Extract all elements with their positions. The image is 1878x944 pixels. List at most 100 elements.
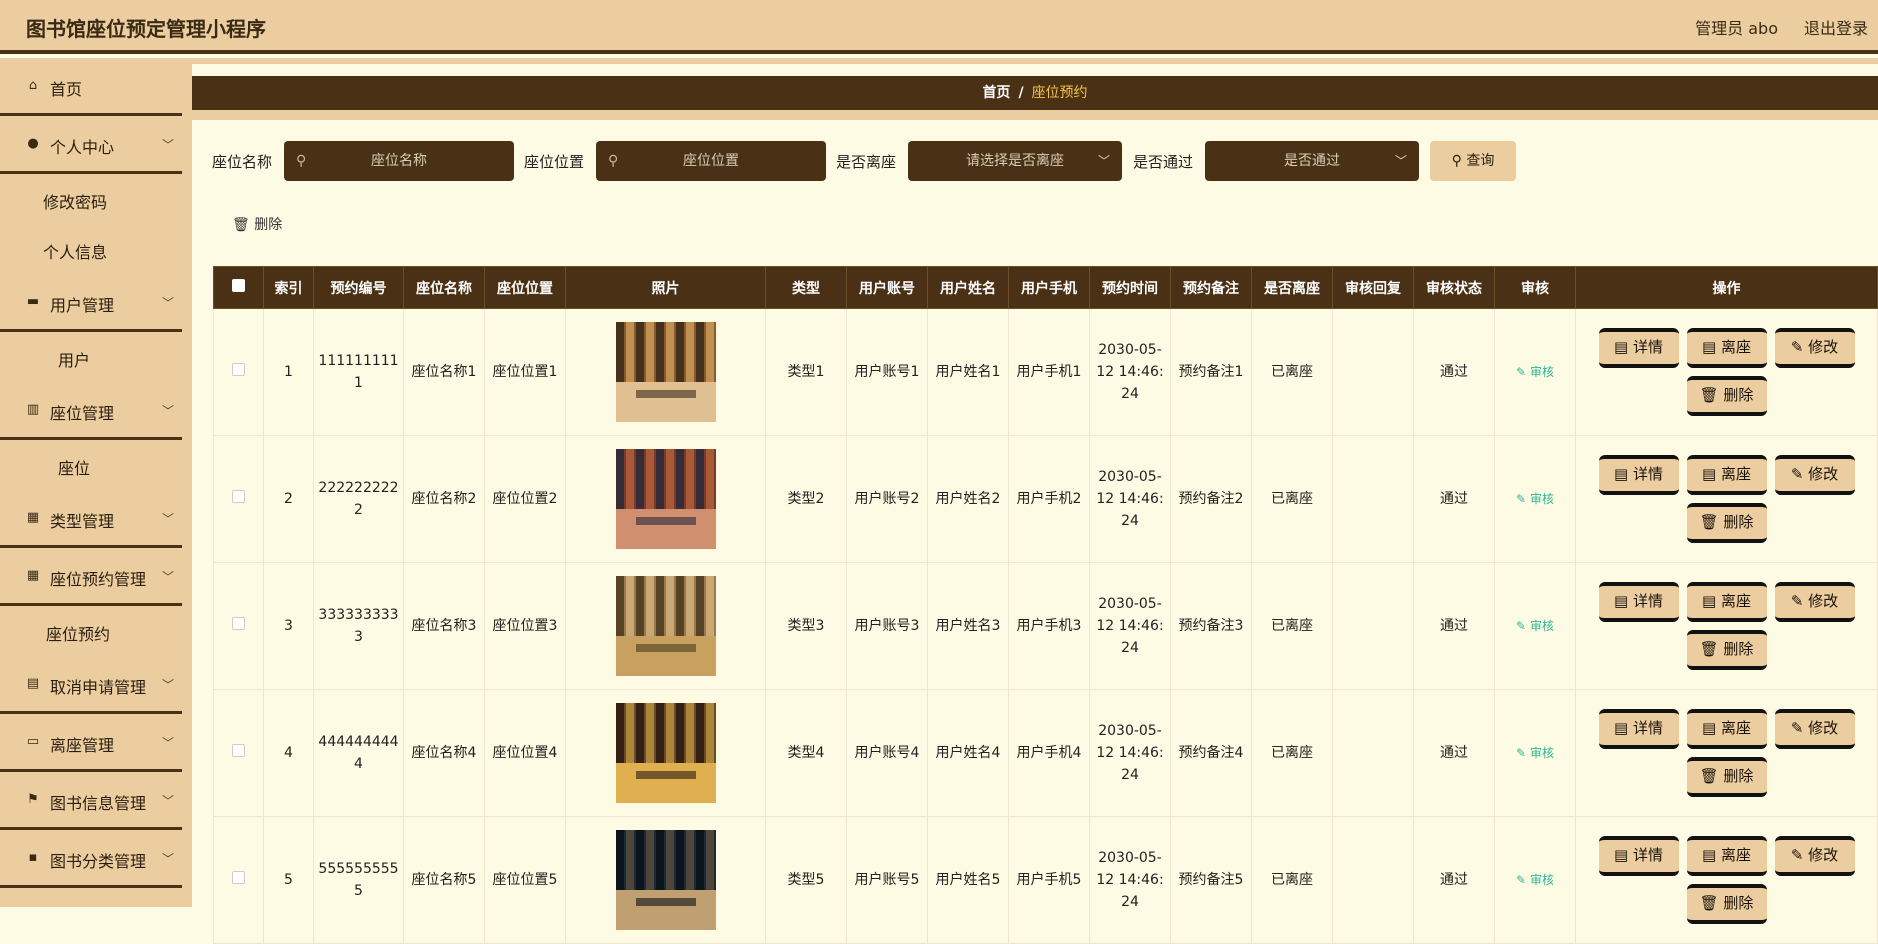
cell-name: 用户姓名1	[927, 308, 1009, 436]
row-checkbox[interactable]	[213, 562, 264, 690]
chevron-down-icon: ﹀	[161, 512, 174, 526]
batch-delete-button[interactable]: 🗑 删除	[232, 214, 282, 234]
sidebar-item[interactable]: ▬ 用户管理 ﹀	[0, 274, 182, 332]
leave-button[interactable]: ▤ 离座	[1686, 455, 1767, 495]
select-all-checkbox[interactable]	[213, 266, 264, 309]
sidebar-item[interactable]: ⌂ 首页	[0, 58, 182, 116]
cell-left: 已离座	[1251, 435, 1333, 563]
actions-cell: ▤ 详情 ▤ 离座 ✎ 修改 🗑 删除	[1575, 562, 1878, 690]
sidebar-item[interactable]: ▦ 座位预约管理 ﹀	[0, 548, 182, 606]
edit-button[interactable]: ✎ 修改	[1774, 455, 1855, 495]
detail-button[interactable]: ▤ 详情	[1598, 709, 1679, 749]
cell-seat-pos: 座位位置1	[484, 308, 566, 436]
detail-button[interactable]: ▤ 详情	[1598, 836, 1679, 876]
sidebar-item[interactable]: ▥ 座位管理 ﹀	[0, 382, 182, 440]
row-checkbox[interactable]	[213, 308, 264, 436]
edit-button[interactable]: ✎ 修改	[1774, 328, 1855, 368]
cell-type: 类型3	[765, 562, 847, 690]
document-icon: ▤	[1702, 719, 1717, 737]
photo-cell	[565, 435, 766, 563]
delete-button[interactable]: 🗑 删除	[1686, 503, 1767, 543]
seat-name-label: 座位名称	[212, 153, 273, 171]
search-icon: ⚲	[296, 153, 307, 169]
detail-button[interactable]: ▤ 详情	[1598, 455, 1679, 495]
sidebar-item[interactable]: ● 个人中心 ﹀	[0, 116, 182, 174]
pass-label: 是否通过	[1133, 153, 1194, 171]
table-row: 3 3333333333 座位名称3 座位位置3 类型3 用户账号3 用户姓名3 用户手机3 2…	[213, 562, 1878, 690]
logout-button[interactable]: 退出登录	[1804, 15, 1868, 39]
left-seat-select[interactable]: 请选择是否离座 ﹀	[908, 141, 1122, 181]
row-checkbox[interactable]	[213, 816, 264, 944]
chevron-down-icon: ﹀	[1097, 154, 1110, 168]
chevron-down-icon: ﹀	[161, 736, 174, 750]
cell-name: 用户姓名2	[927, 435, 1009, 563]
sidebar-item[interactable]: ▭ 离座管理 ﹀	[0, 714, 182, 772]
edit-button[interactable]: ✎ 修改	[1774, 836, 1855, 876]
audit-link[interactable]: ✎ 审核	[1494, 689, 1576, 817]
sidebar-item[interactable]: ▦ 类型管理 ﹀	[0, 490, 182, 548]
audit-link[interactable]: ✎ 审核	[1494, 562, 1576, 690]
cell-name: 用户姓名4	[927, 689, 1009, 817]
cell-account: 用户账号4	[846, 689, 928, 817]
edit-button[interactable]: ✎ 修改	[1774, 582, 1855, 622]
delete-button[interactable]: 🗑 删除	[1686, 630, 1767, 670]
seat-position-input[interactable]: ⚲ 座位位置	[596, 141, 826, 181]
chevron-down-icon: ﹀	[161, 570, 174, 584]
cell-left: 已离座	[1251, 562, 1333, 690]
leave-button[interactable]: ▤ 离座	[1686, 836, 1767, 876]
document-icon: ▤	[1702, 592, 1717, 610]
document-icon: ▤	[1614, 846, 1629, 864]
row-checkbox[interactable]	[213, 689, 264, 817]
chat-icon: ▪	[28, 850, 38, 865]
edit-icon: ✎	[1790, 592, 1804, 610]
cell-phone: 用户手机1	[1008, 308, 1090, 436]
pass-select[interactable]: 是否通过 ﹀	[1205, 141, 1419, 181]
sidebar-item-label: 用户管理	[50, 296, 115, 315]
audit-link[interactable]: ✎ 审核	[1494, 435, 1576, 563]
breadcrumb-home[interactable]: 首页	[982, 85, 1010, 101]
sidebar-item[interactable]: ⚑ 图书信息管理 ﹀	[0, 772, 182, 830]
chevron-down-icon: ﹀	[161, 404, 174, 418]
actions-cell: ▤ 详情 ▤ 离座 ✎ 修改 🗑 删除	[1575, 435, 1878, 563]
leave-button[interactable]: ▤ 离座	[1686, 328, 1767, 368]
chevron-down-icon: ﹀	[161, 852, 174, 866]
sidebar-item-label: 个人中心	[50, 138, 115, 157]
search-icon: ⚲	[1451, 153, 1462, 169]
edit-icon: ✎	[1516, 492, 1527, 506]
sidebar-item[interactable]: ▪ 图书分类管理 ﹀	[0, 830, 182, 888]
delete-button[interactable]: 🗑 删除	[1686, 757, 1767, 797]
sidebar-subitem[interactable]: 座位预约	[0, 606, 192, 656]
query-button[interactable]: ⚲ 查询	[1430, 141, 1516, 181]
cell-status: 通过	[1413, 435, 1495, 563]
audit-link[interactable]: ✎ 审核	[1494, 816, 1576, 944]
edit-button[interactable]: ✎ 修改	[1774, 709, 1855, 749]
seat-position-label: 座位位置	[524, 153, 585, 171]
row-checkbox[interactable]	[213, 435, 264, 563]
sidebar-subitem[interactable]: 用户	[0, 332, 192, 382]
sidebar: ⌂ 首页 ● 个人中心 ﹀ 修改密码 个人信息 ▬ 用户管理 ﹀ 用户 ▥ 座位管理 ﹀ 座位 ▦ 类型管理 ﹀ ▦…	[0, 58, 192, 907]
cell-type: 类型1	[765, 308, 847, 436]
sidebar-subitem[interactable]: 修改密码	[0, 174, 192, 224]
leave-button[interactable]: ▤ 离座	[1686, 709, 1767, 749]
sidebar-subitem[interactable]: 个人信息	[0, 224, 192, 274]
cell-reply	[1332, 816, 1414, 944]
column-header: 用户姓名	[927, 266, 1009, 309]
sidebar-subitem[interactable]: 座位	[0, 440, 192, 490]
cell-code: 3333333333	[313, 562, 404, 690]
delete-button[interactable]: 🗑 删除	[1686, 884, 1767, 924]
detail-button[interactable]: ▤ 详情	[1598, 582, 1679, 622]
cell-seat-pos: 座位位置4	[484, 689, 566, 817]
audit-link[interactable]: ✎ 审核	[1494, 308, 1576, 436]
seat-photo-image	[615, 322, 716, 422]
edit-icon: ✎	[1790, 338, 1804, 356]
cell-time: 2030-05-12 14:46:24	[1089, 308, 1171, 436]
flag-icon: ⚑	[27, 792, 39, 807]
table-row: 5 5555555555 座位名称5 座位位置5 类型5 用户账号5 用户姓名5 用户手机5 2…	[213, 816, 1878, 944]
user-icon: ●	[27, 136, 39, 151]
detail-button[interactable]: ▤ 详情	[1598, 328, 1679, 368]
leave-button[interactable]: ▤ 离座	[1686, 582, 1767, 622]
sidebar-item[interactable]: ▤ 取消申请管理 ﹀	[0, 656, 182, 714]
cell-note: 预约备注4	[1170, 689, 1252, 817]
delete-button[interactable]: 🗑 删除	[1686, 376, 1767, 416]
seat-name-input[interactable]: ⚲ 座位名称	[284, 141, 514, 181]
